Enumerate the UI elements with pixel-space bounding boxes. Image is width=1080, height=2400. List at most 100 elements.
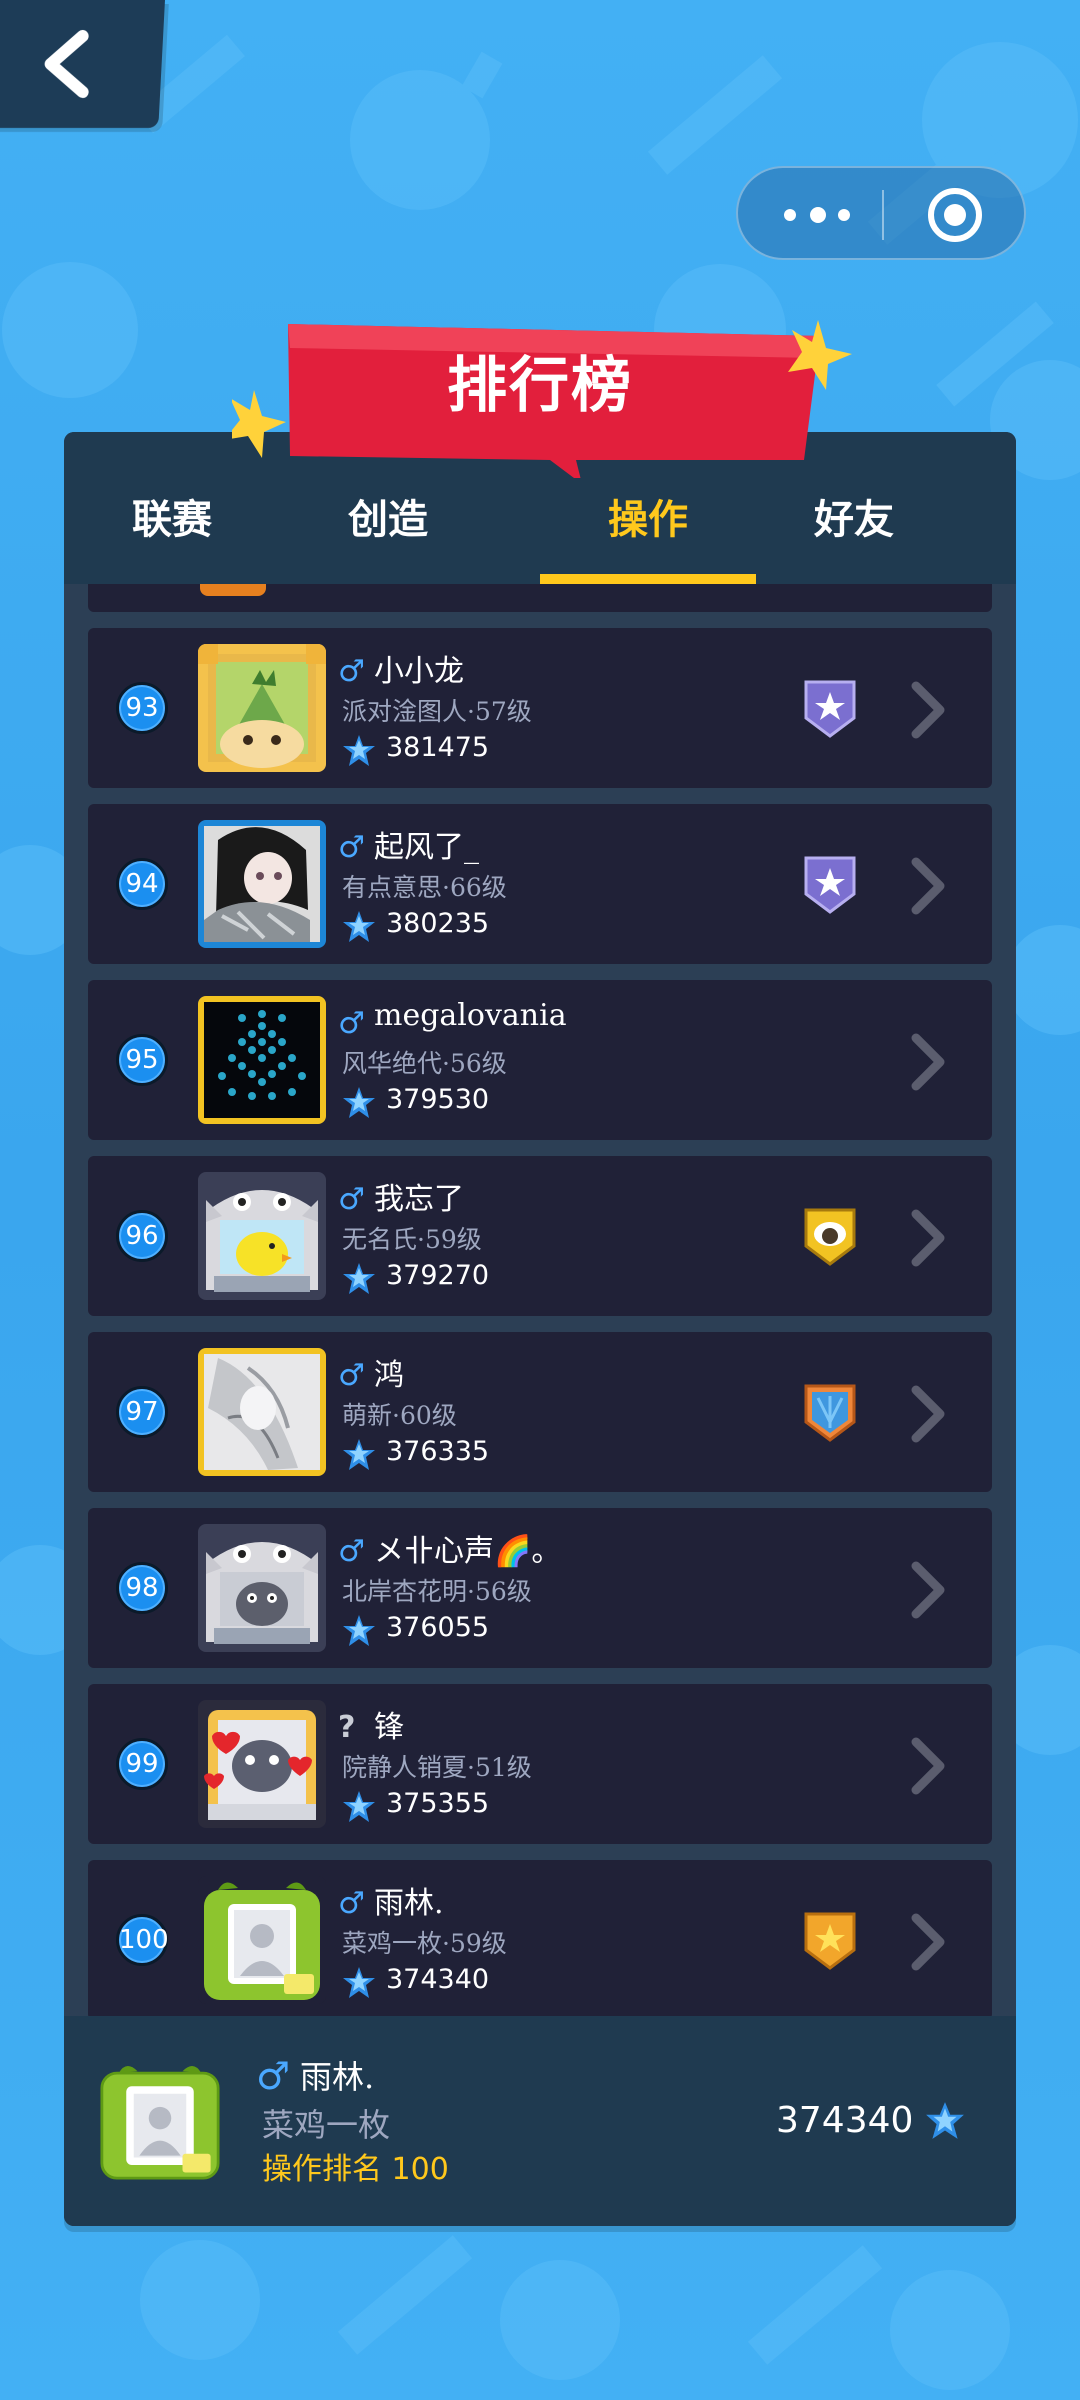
tab-create[interactable]: 创造: [280, 472, 496, 584]
back-button[interactable]: [0, 0, 165, 128]
player-name: メ卝心声🌈。: [374, 1534, 562, 1569]
player-score: 375355: [386, 1788, 490, 1819]
list-item[interactable]: 100 ♂ 雨林. 菜鸡一枚·59级 374340: [88, 1860, 992, 2016]
player-name: 我忘了: [374, 1182, 464, 1217]
rank-shield-icon: [804, 1384, 856, 1442]
my-name: 雨林.: [300, 2058, 375, 2096]
list-item[interactable]: 94 ♂ 起风了_ 有点意思·66级 380235: [88, 804, 992, 964]
player-avatar[interactable]: [198, 1876, 326, 2004]
ranking-list[interactable]: 93 ♂ 小小龙派对淦图人·57级 381475 94 ♂ 起风了_ 有点意思·66级 3802…: [64, 584, 1016, 2016]
gender-icon: ♂: [338, 1534, 365, 1569]
tab-operation[interactable]: 操作: [540, 472, 756, 584]
player-avatar[interactable]: [198, 1700, 326, 1828]
player-score: 376055: [386, 1612, 490, 1643]
rank-badge: 93: [116, 682, 168, 734]
back-arrow-icon: [44, 30, 89, 98]
gender-icon: ♂: [338, 1886, 365, 1921]
rank-badge: 97: [116, 1386, 168, 1438]
rank-shield-icon: [804, 1912, 856, 1970]
gender-icon: ♂: [338, 1006, 365, 1041]
blue-star-icon: [343, 735, 375, 766]
my-rank-bar: ♂ 雨林. 菜鸡一枚 操作排名 100 374340: [64, 2016, 1016, 2226]
player-level: 萌新·60级: [342, 1401, 457, 1430]
rank-badge: 96: [116, 1210, 168, 1262]
list-item[interactable]: 96 ♂ 我忘了无名氏·59级 379270: [88, 1156, 992, 1316]
list-item[interactable]: [88, 584, 992, 612]
rank-badge: 98: [116, 1562, 168, 1614]
my-gender-icon: ♂: [256, 2054, 291, 2098]
player-avatar[interactable]: [198, 1172, 326, 1300]
list-item[interactable]: 99? 锋院静人销夏·51级 375355: [88, 1684, 992, 1844]
player-score: 381475: [386, 732, 490, 763]
close-target-icon[interactable]: [928, 188, 982, 242]
blue-star-icon: [343, 1087, 375, 1118]
capsule-divider: [882, 190, 884, 240]
my-rank-label: 操作排名: [262, 2152, 382, 2187]
blue-star-icon: [343, 1967, 375, 1998]
player-level: 北岸杏花明·56级: [342, 1577, 532, 1606]
player-score: 376335: [386, 1436, 490, 1467]
chevron-right-icon[interactable]: [908, 1736, 948, 1796]
blue-star-icon: [343, 1439, 375, 1470]
player-level: 院静人销夏·51级: [342, 1753, 532, 1782]
player-avatar[interactable]: [198, 996, 326, 1124]
blue-star-icon: [343, 1615, 375, 1646]
player-avatar[interactable]: [198, 820, 326, 948]
blue-star-icon: [343, 911, 375, 942]
player-name: 鸿: [374, 1358, 404, 1393]
chevron-right-icon[interactable]: [908, 1384, 948, 1444]
chevron-right-icon[interactable]: [908, 1560, 948, 1620]
rank-badge: 95: [116, 1034, 168, 1086]
rank-badge: 100: [116, 1914, 169, 1966]
rank-badge: 94: [116, 858, 168, 910]
rank-badge: 99: [116, 1738, 168, 1790]
list-item[interactable]: 93 ♂ 小小龙派对淦图人·57级 381475: [88, 628, 992, 788]
player-name: 锋: [374, 1710, 404, 1745]
player-avatar[interactable]: [198, 1348, 326, 1476]
blue-star-icon: [926, 2102, 964, 2139]
list-item[interactable]: 95 ♂ megalovania 风华绝代·56级 379530: [88, 980, 992, 1140]
player-score: 374340: [386, 1964, 490, 1995]
player-name: 小小龙: [374, 654, 464, 689]
my-rank: 操作排名 100: [262, 2144, 449, 2188]
blue-star-icon: [343, 1263, 375, 1294]
rank-shield-icon: [804, 1208, 856, 1266]
player-avatar[interactable]: [198, 1524, 326, 1652]
list-item[interactable]: 98 ♂ メ卝心声🌈。北岸杏花明·56级 376055: [88, 1508, 992, 1668]
rank-shield-icon: [804, 856, 856, 914]
tab-league[interactable]: 联赛: [64, 472, 280, 584]
tab-friends[interactable]: 好友: [746, 472, 962, 584]
player-name: 起风了_: [374, 830, 479, 865]
player-level: 菜鸡一枚·59级: [342, 1929, 507, 1958]
chevron-right-icon[interactable]: [908, 1912, 948, 1972]
player-name: megalovania: [374, 998, 567, 1033]
gender-icon: ♂: [338, 654, 365, 689]
player-score: 379270: [386, 1260, 490, 1291]
miniprogram-capsule: [736, 166, 1026, 260]
chevron-right-icon[interactable]: [908, 680, 948, 740]
my-rank-value: 100: [391, 2152, 449, 2187]
gender-icon: ♂: [338, 1182, 365, 1217]
player-name: 雨林.: [374, 1886, 444, 1921]
gender-icon: ?: [338, 1710, 356, 1745]
my-score: 374340: [776, 2100, 914, 2141]
gender-icon: ♂: [338, 1358, 365, 1393]
player-level: 有点意思·66级: [342, 873, 507, 902]
gender-icon: ♂: [338, 830, 365, 865]
chevron-right-icon[interactable]: [908, 856, 948, 916]
player-avatar[interactable]: [198, 644, 326, 772]
list-item[interactable]: 97 ♂ 鸿萌新·60级 376335: [88, 1332, 992, 1492]
chevron-right-icon[interactable]: [908, 1208, 948, 1268]
more-icon[interactable]: [782, 198, 854, 232]
page-title: 排行榜: [447, 351, 633, 421]
leaderboard-panel: 联赛 创造 操作 好友 93 ♂ 小小龙派对淦图人·57级 381475 94 ♂ 起风了_…: [64, 432, 1016, 2226]
rank-shield-icon: [804, 680, 856, 738]
my-level: 菜鸡一枚: [262, 2106, 391, 2144]
player-level: 派对淦图人·57级: [342, 697, 532, 726]
my-avatar[interactable]: [100, 2058, 220, 2182]
player-level: 无名氏·59级: [342, 1225, 482, 1254]
player-score: 380235: [386, 908, 490, 939]
player-level: 风华绝代·56级: [342, 1049, 507, 1078]
player-score: 379530: [386, 1084, 490, 1115]
chevron-right-icon[interactable]: [908, 1032, 948, 1092]
